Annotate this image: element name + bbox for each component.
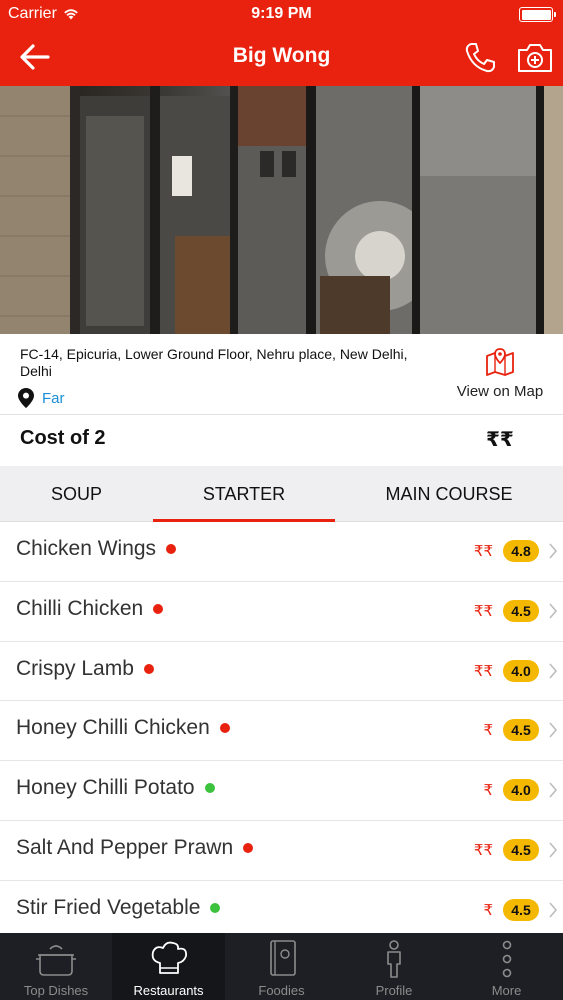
tab-soup[interactable]: SOUP bbox=[0, 484, 153, 505]
tabbar-item-restaurants[interactable]: Restaurants bbox=[112, 933, 225, 1000]
location-pin-icon bbox=[18, 388, 34, 408]
chevron-right-icon bbox=[549, 603, 558, 619]
view-on-map-label: View on Map bbox=[456, 383, 544, 400]
dish-name: Stir Fried Vegetable bbox=[16, 895, 201, 919]
tabbar-label: Foodies bbox=[258, 983, 305, 998]
restaurant-info: FC-14, Epicuria, Lower Ground Floor, Neh… bbox=[0, 334, 563, 414]
chevron-right-icon bbox=[549, 663, 558, 679]
status-bar: Carrier 9:19 PM bbox=[0, 0, 563, 30]
dish-price: ₹ bbox=[483, 782, 493, 800]
more-dots-icon bbox=[502, 940, 511, 978]
chevron-right-icon bbox=[549, 722, 558, 738]
dish-price: ₹ bbox=[483, 901, 493, 919]
add-photo-camera-icon[interactable] bbox=[516, 42, 554, 74]
person-icon bbox=[387, 940, 401, 978]
tabbar-label: More bbox=[491, 983, 522, 998]
dish-row[interactable]: Stir Fried Vegetable ₹ 4.5 bbox=[0, 881, 563, 941]
phone-icon[interactable] bbox=[462, 40, 498, 76]
dish-row[interactable]: Salt And Pepper Prawn ₹₹ 4.5 bbox=[0, 821, 563, 881]
view-on-map-button[interactable]: View on Map bbox=[450, 348, 550, 400]
navigation-bar: Big Wong bbox=[0, 30, 563, 86]
dish-row[interactable]: Chicken Wings ₹₹ 4.8 bbox=[0, 522, 563, 582]
dish-name: Crispy Lamb bbox=[16, 656, 134, 680]
non-veg-dot-icon bbox=[153, 603, 164, 614]
non-veg-dot-icon bbox=[219, 723, 230, 734]
battery-icon bbox=[519, 7, 556, 22]
dish-name: Chilli Chicken bbox=[16, 596, 144, 620]
veg-dot-icon bbox=[210, 902, 221, 913]
status-time: 9:19 PM bbox=[251, 5, 312, 22]
rating-badge: 4.0 bbox=[503, 659, 539, 682]
rating-badge: 4.0 bbox=[503, 779, 539, 802]
tabbar-label: Profile bbox=[375, 983, 413, 998]
rating-badge: 4.5 bbox=[503, 599, 539, 622]
bottom-tab-bar: Top Dishes Restaurants Foodies Profile M… bbox=[0, 933, 563, 1000]
book-icon bbox=[269, 940, 296, 976]
cost-value: ₹₹ bbox=[486, 429, 514, 451]
dish-price: ₹₹ bbox=[473, 841, 493, 859]
dish-row[interactable]: Chilli Chicken ₹₹ 4.5 bbox=[0, 582, 563, 642]
tabbar-item-top-dishes[interactable]: Top Dishes bbox=[0, 933, 112, 1000]
non-veg-dot-icon bbox=[243, 842, 254, 853]
dish-name: Honey Chilli Potato bbox=[16, 776, 195, 800]
dish-name: Honey Chilli Chicken bbox=[16, 716, 210, 740]
dish-price: ₹ bbox=[483, 722, 493, 740]
distance-label: Far bbox=[42, 389, 65, 407]
cooking-pot-icon bbox=[36, 945, 76, 976]
dish-row[interactable]: Honey Chilli Potato ₹ 4.0 bbox=[0, 761, 563, 821]
tabbar-item-foodies[interactable]: Foodies bbox=[225, 933, 338, 1000]
chevron-right-icon bbox=[549, 842, 558, 858]
restaurant-photo bbox=[0, 86, 563, 334]
rating-badge: 4.8 bbox=[503, 540, 539, 562]
tab-starter[interactable]: STARTER bbox=[153, 484, 335, 505]
dish-price: ₹₹ bbox=[473, 662, 493, 680]
dish-price: ₹₹ bbox=[473, 543, 493, 560]
non-veg-dot-icon bbox=[166, 544, 177, 554]
dish-name: Salt And Pepper Prawn bbox=[16, 835, 234, 859]
chevron-right-icon bbox=[549, 782, 558, 798]
tabbar-label: Restaurants bbox=[133, 983, 204, 998]
rating-badge: 4.5 bbox=[503, 838, 539, 861]
tab-main-course[interactable]: MAIN COURSE bbox=[335, 484, 563, 505]
tabbar-item-more[interactable]: More bbox=[450, 933, 563, 1000]
distance-indicator: Far bbox=[18, 388, 65, 408]
storefront-image bbox=[0, 86, 563, 334]
dish-list: Chicken Wings ₹₹ 4.8 Chilli Chicken ₹₹ 4… bbox=[0, 522, 563, 941]
non-veg-dot-icon bbox=[143, 663, 154, 674]
veg-dot-icon bbox=[204, 783, 215, 794]
dish-row[interactable]: Honey Chilli Chicken ₹ 4.5 bbox=[0, 701, 563, 762]
chef-hat-icon bbox=[151, 941, 187, 974]
cost-row: Cost of 2 ₹₹ bbox=[0, 414, 563, 466]
dish-price: ₹₹ bbox=[473, 602, 493, 620]
map-icon bbox=[486, 348, 514, 376]
cost-label: Cost of 2 bbox=[20, 427, 106, 449]
tabbar-label: Top Dishes bbox=[23, 983, 89, 998]
chevron-right-icon bbox=[549, 543, 558, 559]
chevron-right-icon bbox=[549, 902, 558, 918]
menu-category-tabs: SOUP STARTER MAIN COURSE bbox=[0, 466, 563, 522]
dish-row[interactable]: Crispy Lamb ₹₹ 4.0 bbox=[0, 642, 563, 702]
dish-name: Chicken Wings bbox=[16, 537, 157, 560]
tabbar-item-profile[interactable]: Profile bbox=[338, 933, 450, 1000]
rating-badge: 4.5 bbox=[503, 898, 539, 921]
rating-badge: 4.5 bbox=[503, 719, 539, 742]
restaurant-address: FC-14, Epicuria, Lower Ground Floor, Neh… bbox=[20, 346, 408, 379]
